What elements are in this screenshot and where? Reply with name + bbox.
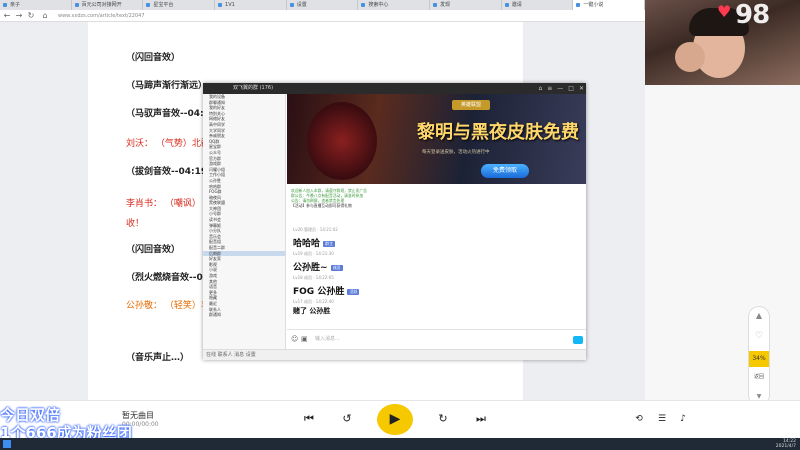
minimize-icon[interactable]: — xyxy=(557,83,563,94)
windows-start-icon[interactable] xyxy=(3,440,11,448)
line-text: （嘲讽） xyxy=(164,199,201,209)
heart-outline-icon[interactable]: ♡ xyxy=(749,331,769,341)
script-line: 公孙敬： （轻笑）丰 xyxy=(126,298,210,311)
image-icon[interactable]: ▣ xyxy=(301,335,308,343)
heart-icon: ♥ xyxy=(717,2,732,21)
close-icon[interactable]: ✕ xyxy=(579,83,584,94)
qq-title-bar: 双飞翼的群 (176) ⌂ ≡ — □ ✕ xyxy=(203,83,586,94)
script-line: 李肖书： （嘲讽） xyxy=(126,196,201,209)
message-meta: Lv20 管理员 · 14:21:02 xyxy=(293,227,338,232)
send-button[interactable] xyxy=(573,336,583,344)
script-line: （拔剑音效--04:19 xyxy=(126,167,208,177)
chat-message: 哈哈哈 群主 xyxy=(293,236,336,249)
script-line: （马驭声音效--04:0 xyxy=(126,109,210,119)
chat-message: 公孙胜~ 成员 xyxy=(293,260,343,273)
side-scroll-control: ▲ ♡ 34% 返回 ▼ xyxy=(748,306,770,406)
os-taskbar: 14:22 2021/4/7 xyxy=(0,438,800,450)
script-line: （闪回音效） xyxy=(126,53,181,63)
qq-status-bar: 在线 联系人 消息 设置 xyxy=(203,349,586,360)
next-icon[interactable]: ⏭ xyxy=(474,412,488,426)
member-tag: 群主 xyxy=(323,240,336,247)
browser-tab[interactable]: 亲子 xyxy=(0,0,72,10)
system-clock: 14:22 2021/4/7 xyxy=(776,439,796,449)
browser-tab-bar: 亲子 百元公司对接网开 星宝平台 1V1 设置 搜索中心 发现 邀请 一键小说 xyxy=(0,0,646,10)
member-tag: 活跃 xyxy=(347,288,360,295)
chat-message: 赌了 公孙胜 xyxy=(293,307,331,315)
volume-icon[interactable]: ♪ xyxy=(676,412,690,426)
browser-tab[interactable]: 发现 xyxy=(430,0,502,10)
speaker-name: 公孙敬： xyxy=(126,301,163,311)
speaker-name: 刘沃： xyxy=(126,139,154,149)
window-controls: ⌂ ≡ — □ ✕ xyxy=(538,83,584,94)
playlist-icon[interactable]: ☰ xyxy=(655,412,669,426)
home-icon[interactable]: ⌂ xyxy=(538,83,542,94)
address-bar: ← → ↻ ⌂ www.xxdzs.com/article/text/22047 xyxy=(0,10,645,22)
back-icon[interactable]: ← xyxy=(2,11,12,21)
chat-messages: 欢迎新人加入本群，请遵守群规，禁止发广告 群公告：今晚八点有配音活动，请准时参加… xyxy=(287,184,586,329)
message-meta: Lv18 成员 · 14:22:05 xyxy=(293,275,334,280)
browser-tab[interactable]: 星宝平台 xyxy=(143,0,216,10)
clock-date: 2021/4/7 xyxy=(775,444,796,449)
streamer-hand xyxy=(675,42,705,72)
contact-item[interactable]: 群通知 xyxy=(203,312,285,318)
right-panel xyxy=(645,85,800,400)
banner-subtitle: 每天登录送皮肤，活动火热进行中 xyxy=(422,150,490,155)
maximize-icon[interactable]: □ xyxy=(568,83,574,94)
script-line: （音乐声止…） xyxy=(126,353,190,363)
group-notice: 【活动】参与直播互动即可获得礼物 xyxy=(291,203,352,208)
rewind-15-icon[interactable]: ↺ xyxy=(340,412,354,426)
refresh-icon[interactable]: ↻ xyxy=(26,11,36,21)
chevron-down-icon[interactable]: ▼ xyxy=(749,393,769,400)
chevron-up-icon[interactable]: ▲ xyxy=(749,311,769,320)
menu-icon[interactable]: ≡ xyxy=(547,83,552,94)
browser-tab[interactable]: 设置 xyxy=(287,0,359,10)
chat-message: FOG 公孙胜 活跃 xyxy=(293,284,360,297)
stream-ticker: 今日双倍 1个666成为粉丝团 xyxy=(0,406,132,442)
speaker-name: 李肖书： xyxy=(126,199,163,209)
banner-title: 黎明与黑夜皮肤免费 xyxy=(417,122,579,143)
forward-icon[interactable]: → xyxy=(14,11,24,21)
script-line: 收！ xyxy=(126,219,145,229)
script-line: （马蹄声渐行渐远） xyxy=(126,81,208,91)
qq-group-title: 双飞翼的群 (176) xyxy=(233,85,274,91)
fan-count: 98 xyxy=(735,0,770,30)
ticker-line: 今日双倍 xyxy=(0,406,61,424)
member-tag: 成员 xyxy=(330,264,343,271)
home-icon[interactable]: ⌂ xyxy=(40,11,50,21)
message-input[interactable]: 输入消息... xyxy=(315,335,340,342)
previous-icon[interactable]: ⏮ xyxy=(302,412,316,426)
browser-tab[interactable]: 百元公司对接网开 xyxy=(72,0,144,10)
message-text: 哈哈哈 xyxy=(293,239,321,249)
loop-icon[interactable]: ⟲ xyxy=(632,412,646,426)
qq-contact-list: 我的设备 群聊通知 我的好友 特别关心 网络好友 高中同学 大学同学 亲戚朋友 … xyxy=(203,94,286,349)
script-line: （闪回音效） xyxy=(126,245,181,255)
qq-chat-window: 双飞翼的群 (176) ⌂ ≡ — □ ✕ 我的设备 群聊通知 我的好友 特别关… xyxy=(203,83,586,360)
ad-banner[interactable]: 英雄联盟 黎明与黑夜皮肤免费 每天登录送皮肤，活动火热进行中 免费领取 xyxy=(287,94,586,184)
banner-badge: 英雄联盟 xyxy=(452,100,490,110)
browser-tab[interactable]: 搜索中心 xyxy=(358,0,431,10)
script-line: （烈火燃烧音效--04 xyxy=(126,273,209,283)
message-input-area[interactable]: ☺ ▣ 输入消息... xyxy=(287,329,586,349)
zoom-level: 34% xyxy=(749,351,769,367)
free-claim-button[interactable]: 免费领取 xyxy=(481,164,529,178)
message-meta: Lv19 成员 · 14:21:30 xyxy=(293,251,334,256)
browser-tab[interactable]: 1V1 xyxy=(215,0,287,10)
champion-art xyxy=(307,102,377,180)
message-meta: Lv17 成员 · 14:22:40 xyxy=(293,299,334,304)
browser-tab-active[interactable]: 一键小说 xyxy=(573,0,646,10)
play-button[interactable]: ▶ xyxy=(377,404,413,435)
back-label[interactable]: 返回 xyxy=(749,373,769,380)
emoji-icon[interactable]: ☺ xyxy=(291,335,298,343)
url-field[interactable]: www.xxdzs.com/article/text/22047 xyxy=(58,12,498,20)
browser-tab[interactable]: 邀请 xyxy=(502,0,574,10)
message-text: 公孙胜~ xyxy=(293,263,328,273)
message-text: FOG 公孙胜 xyxy=(293,287,345,297)
forward-15-icon[interactable]: ↻ xyxy=(436,412,450,426)
